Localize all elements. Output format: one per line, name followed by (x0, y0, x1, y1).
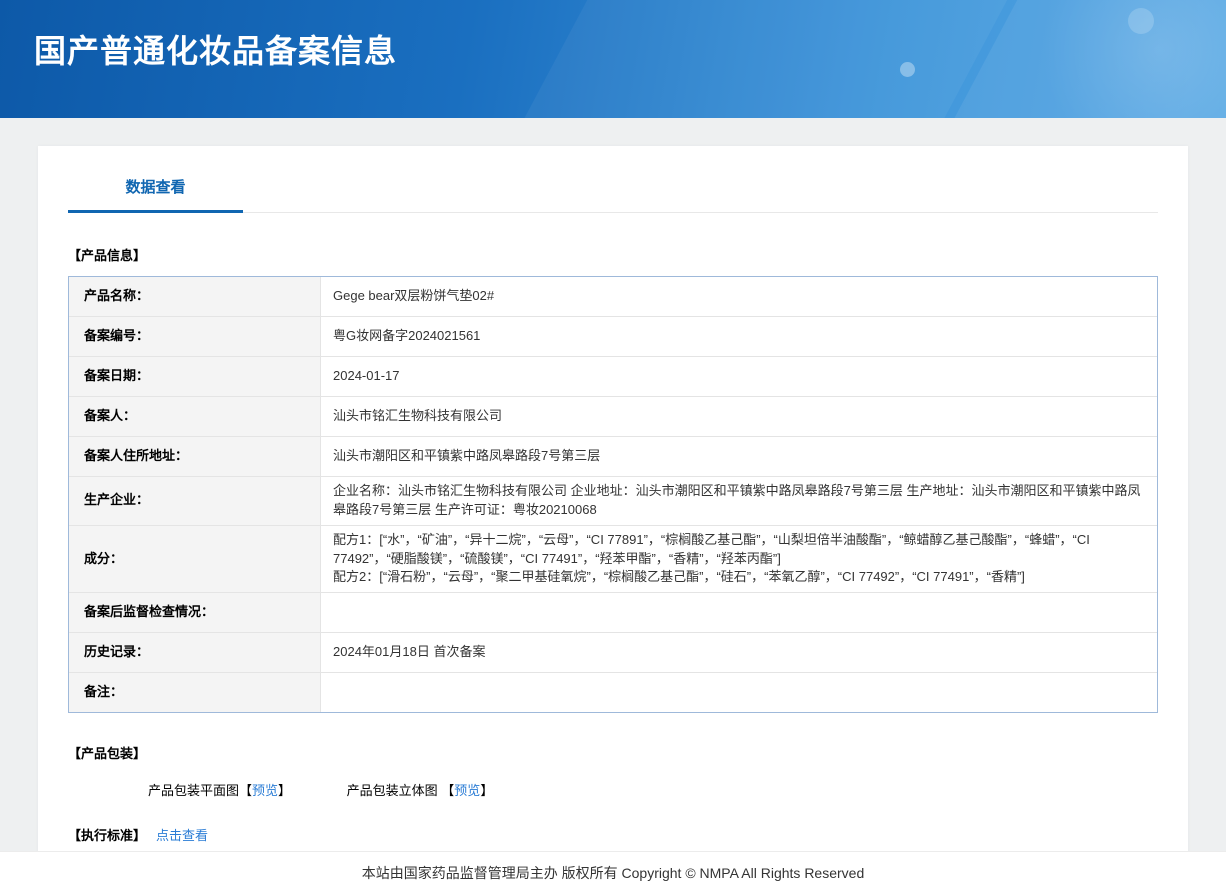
table-row-history: 历史记录： 2024年01月18日 首次备案 (69, 633, 1158, 673)
packaging-section-title: 【产品包装】 (68, 743, 1158, 762)
row-value: 2024年01月18日 首次备案 (321, 633, 1158, 673)
row-label: 成分： (69, 525, 321, 593)
packaging-flat-bracket: 】 (278, 783, 291, 798)
table-row-ingredients: 成分： 配方1：[“水”，“矿油”，“异十二烷”，“云母”，“CI 77891”… (69, 525, 1158, 593)
row-value: 汕头市铭汇生物科技有限公司 (321, 397, 1158, 437)
table-row-record-number: 备案编号： 粤G妆网备字2024021561 (69, 317, 1158, 357)
row-value: 粤G妆网备字2024021561 (321, 317, 1158, 357)
packaging-flat-item: 产品包装平面图【预览】 (148, 780, 291, 799)
row-value: 汕头市潮阳区和平镇紫中路凤皋路段7号第三层 (321, 437, 1158, 477)
row-label: 生产企业： (69, 477, 321, 526)
banner-decoration-glow (1040, 0, 1226, 118)
row-value: 2024-01-17 (321, 357, 1158, 397)
packaging-stereo-item: 产品包装立体图 【预览】 (347, 780, 494, 799)
tab-bar: 数据查看 (68, 172, 1158, 213)
banner-decoration-dot (1128, 8, 1154, 34)
product-info-section-title: 【产品信息】 (68, 245, 1158, 264)
row-value: 企业名称：汕头市铭汇生物科技有限公司 企业地址：汕头市潮阳区和平镇紫中路凤皋路段… (321, 477, 1158, 526)
page-body: 数据查看 【产品信息】 产品名称： Gege bear双层粉饼气垫02# 备案编… (0, 118, 1226, 896)
row-label: 备案日期： (69, 357, 321, 397)
packaging-flat-preview-link[interactable]: 预览 (252, 783, 278, 798)
table-row-registrant-address: 备案人住所地址： 汕头市潮阳区和平镇紫中路凤皋路段7号第三层 (69, 437, 1158, 477)
row-label: 备案后监督检查情况： (69, 593, 321, 633)
packaging-stereo-preview-link[interactable]: 预览 (454, 783, 480, 798)
table-row-record-date: 备案日期： 2024-01-17 (69, 357, 1158, 397)
standard-row: 【执行标准】点击查看 (68, 825, 1158, 844)
product-info-table: 产品名称： Gege bear双层粉饼气垫02# 备案编号： 粤G妆网备字202… (68, 276, 1158, 713)
banner-decoration-streak (911, 0, 1226, 118)
row-label: 备注： (69, 673, 321, 713)
row-value: 配方1：[“水”，“矿油”，“异十二烷”，“云母”，“CI 77891”，“棕榈… (321, 525, 1158, 593)
table-row-remarks: 备注： (69, 673, 1158, 713)
banner-decoration-streak (481, 0, 1039, 118)
packaging-row: 产品包装平面图【预览】 产品包装立体图 【预览】 (148, 780, 1158, 799)
packaging-stereo-label: 产品包装立体图 【 (347, 783, 455, 798)
row-label: 历史记录： (69, 633, 321, 673)
page-footer: 本站由国家药品监督管理局主办 版权所有 Copyright © NMPA All… (0, 851, 1226, 896)
content-card: 数据查看 【产品信息】 产品名称： Gege bear双层粉饼气垫02# 备案编… (38, 146, 1188, 896)
footer-copyright-text: 本站由国家药品监督管理局主办 版权所有 Copyright © NMPA All… (362, 865, 864, 881)
row-label: 备案编号： (69, 317, 321, 357)
tab-data-view[interactable]: 数据查看 (68, 172, 243, 213)
table-row-product-name: 产品名称： Gege bear双层粉饼气垫02# (69, 277, 1158, 317)
table-row-registrant: 备案人： 汕头市铭汇生物科技有限公司 (69, 397, 1158, 437)
packaging-flat-label: 产品包装平面图【 (148, 783, 252, 798)
table-row-supervision: 备案后监督检查情况： (69, 593, 1158, 633)
table-row-manufacturer: 生产企业： 企业名称：汕头市铭汇生物科技有限公司 企业地址：汕头市潮阳区和平镇紫… (69, 477, 1158, 526)
standard-label: 【执行标准】 (68, 828, 146, 843)
row-value (321, 673, 1158, 713)
row-label: 备案人住所地址： (69, 437, 321, 477)
row-value (321, 593, 1158, 633)
row-value: Gege bear双层粉饼气垫02# (321, 277, 1158, 317)
page-header-banner: 国产普通化妆品备案信息 (0, 0, 1226, 118)
row-label: 备案人： (69, 397, 321, 437)
row-label: 产品名称： (69, 277, 321, 317)
banner-decoration-dot (900, 62, 915, 77)
packaging-stereo-bracket: 】 (480, 783, 493, 798)
standard-view-link[interactable]: 点击查看 (156, 828, 208, 843)
page-title: 国产普通化妆品备案信息 (34, 26, 397, 72)
